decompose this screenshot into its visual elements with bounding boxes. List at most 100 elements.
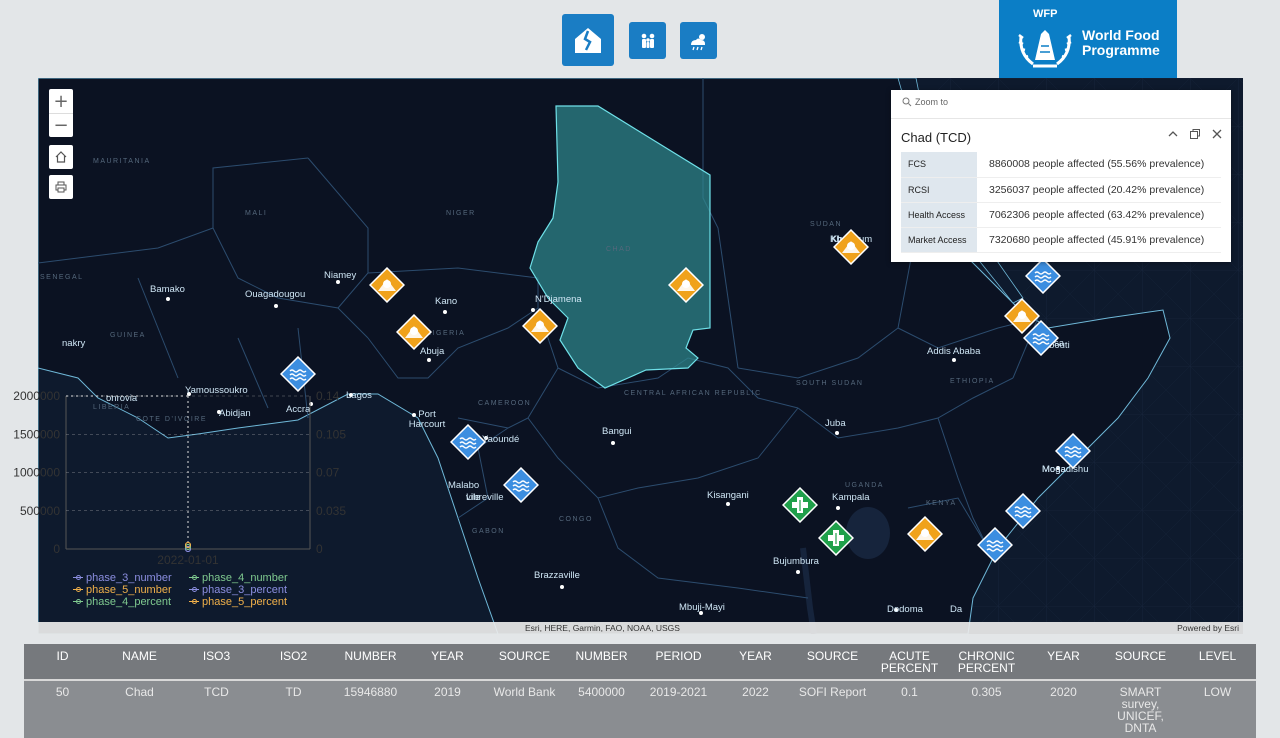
table-header-cell[interactable]: ISO2	[255, 644, 332, 680]
y-tick-label-left: 0	[53, 542, 60, 556]
city-label: Malabo	[448, 480, 480, 491]
table-header-cell[interactable]: YEAR	[717, 644, 794, 680]
table-header-row: ID NAME ISO3 ISO2 NUMBER YEAR SOURCE NUMBER PERI…	[24, 644, 1256, 680]
table-cell: 5400000	[578, 685, 625, 699]
drought-marker[interactable]	[668, 267, 704, 303]
flood-marker[interactable]	[503, 467, 539, 503]
city-label: Yaoundé	[482, 434, 520, 445]
close-icon[interactable]	[1211, 128, 1223, 140]
table-header-cell[interactable]: SOURCE	[486, 644, 563, 680]
flood-marker[interactable]	[1025, 258, 1061, 294]
data-table: ID NAME ISO3 ISO2 NUMBER YEAR SOURCE NUMBER PERI…	[24, 644, 1256, 738]
health-marker[interactable]	[782, 487, 818, 523]
feature-popup: Zoom to Chad (TCD) FCS 8860008 people aff…	[891, 90, 1231, 262]
dock-icon[interactable]	[1189, 128, 1201, 140]
legend-item[interactable]: phase_5_number	[73, 584, 172, 596]
city-label: Dodoma	[887, 604, 923, 615]
table-header-cell[interactable]: ISO3	[178, 644, 255, 680]
region-label: UGANDA	[845, 482, 884, 489]
wfp-name-line1: World Food	[1082, 27, 1160, 43]
y-tick-label-left: 1000000	[13, 466, 60, 480]
table-header-cell[interactable]: SOURCE	[1102, 644, 1179, 680]
legend-label: phase_3_percent	[202, 584, 288, 596]
flood-marker[interactable]	[1005, 493, 1041, 529]
flood-icon	[1023, 320, 1059, 356]
region-label: NIGER	[446, 210, 476, 217]
flood-marker[interactable]	[1023, 320, 1059, 356]
print-icon	[55, 181, 67, 193]
table-header-cell[interactable]: ID	[24, 644, 101, 680]
table-row: Health Access 7062306 people affected (63…	[901, 202, 1221, 228]
drought-marker[interactable]	[396, 314, 432, 350]
region-label: SENEGAL	[40, 274, 84, 281]
table-header-cell[interactable]: NUMBER	[563, 644, 640, 680]
table-row[interactable]: 50 Chad TCD TD 15946880 2019 World Bank 5400000…	[24, 681, 1256, 734]
home-button[interactable]	[49, 145, 73, 169]
weather-icon	[690, 33, 705, 50]
table-header-cell[interactable]: SOURCE	[794, 644, 871, 680]
population-button[interactable]	[629, 22, 666, 59]
drought-icon	[833, 229, 869, 265]
table-header-cell[interactable]: YEAR	[409, 644, 486, 680]
zoom-to-icon	[902, 97, 912, 107]
legend-label: phase_4_percent	[86, 596, 172, 608]
zoom-out-button[interactable]: −	[49, 113, 73, 137]
table-row: RCSI 3256037 people affected (20.42% prev…	[901, 177, 1221, 203]
drought-marker[interactable]	[369, 267, 405, 303]
powered-by-link[interactable]: Powered by Esri	[1177, 623, 1239, 633]
table-header-cell[interactable]: NAME	[101, 644, 178, 680]
city-label: Addis Ababa	[927, 346, 981, 357]
health-marker[interactable]	[818, 520, 854, 556]
table-cell: 0.305	[971, 685, 1002, 699]
flood-marker[interactable]	[450, 424, 486, 460]
weather-button[interactable]	[680, 22, 717, 59]
table-cell: 2022	[742, 685, 769, 699]
zoom-in-button[interactable]: +	[49, 89, 73, 113]
city-label: Port Harcourt	[408, 409, 446, 430]
popup-title: Chad (TCD)	[901, 130, 972, 145]
y-tick-label-right: 0.14	[316, 389, 340, 403]
y-tick-label-right: 0	[316, 542, 323, 556]
map-attribution: Esri, HERE, Garmin, FAO, NOAA, USGS Powe…	[38, 622, 1243, 634]
zoom-to-label: Zoom to	[915, 97, 949, 107]
health-icon	[782, 487, 818, 523]
hazard-map-button[interactable]	[562, 14, 614, 66]
legend-item[interactable]: phase_5_percent	[189, 596, 287, 608]
attribute-key: Health Access	[901, 202, 977, 228]
flood-marker[interactable]	[1055, 433, 1091, 469]
table-header-cell[interactable]: YEAR	[1025, 644, 1102, 680]
flood-icon	[977, 527, 1013, 563]
y-tick-label-right: 0.105	[316, 427, 346, 441]
legend-item[interactable]: phase_3_number	[73, 572, 172, 584]
region-label: SUDAN	[810, 221, 843, 228]
flood-marker[interactable]	[977, 527, 1013, 563]
zoom-to-button[interactable]: Zoom to	[902, 97, 948, 107]
table-header-cell[interactable]: PERIOD	[640, 644, 717, 680]
drought-icon	[369, 267, 405, 303]
drought-marker[interactable]	[907, 516, 943, 552]
drought-marker[interactable]	[522, 308, 558, 344]
legend-item[interactable]: phase_4_percent	[73, 596, 171, 608]
legend-item[interactable]: phase_4_number	[189, 572, 288, 584]
drought-marker[interactable]	[833, 229, 869, 265]
city-label: Bangui	[602, 426, 632, 437]
table-header-cell[interactable]: CHRONIC PERCENT	[948, 644, 1025, 680]
population-icon	[641, 33, 654, 48]
health-icon	[818, 520, 854, 556]
region-label: SOUTH SUDAN	[796, 380, 864, 387]
table-header-cell[interactable]: ACUTE PERCENT	[871, 644, 948, 680]
print-button[interactable]	[49, 175, 73, 199]
drought-icon	[522, 308, 558, 344]
flood-icon	[1005, 493, 1041, 529]
table-header-cell[interactable]: NUMBER	[332, 644, 409, 680]
table-cell: 50	[55, 685, 70, 699]
collapse-icon[interactable]	[1167, 128, 1179, 140]
legend-label: phase_5_percent	[202, 596, 288, 608]
table-cell: World Bank	[493, 685, 556, 699]
city-label: Niamey	[324, 270, 357, 281]
legend-item[interactable]: phase_3_percent	[189, 584, 287, 596]
region-label: CAMEROON	[478, 400, 532, 407]
table-header-cell[interactable]: LEVEL	[1179, 644, 1256, 680]
hazard-map-icon	[575, 28, 601, 53]
city-label: Bujumbura	[773, 556, 819, 567]
